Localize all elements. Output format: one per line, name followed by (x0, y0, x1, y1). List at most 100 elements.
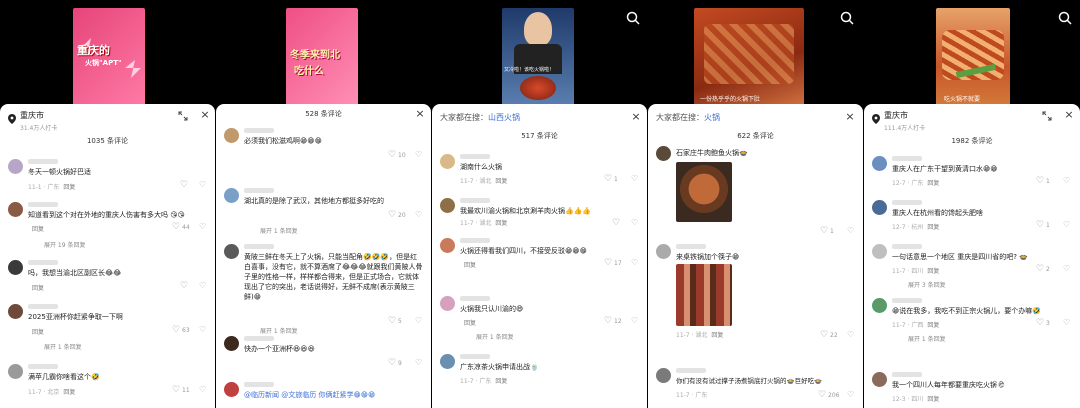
dislike-icon[interactable]: ♡ (199, 222, 206, 231)
like-button[interactable]: ♡ 1 (604, 174, 618, 184)
location-tag[interactable]: 重庆市 31.4万人打卡 (8, 110, 57, 132)
dislike-icon[interactable]: ♡ (1063, 220, 1070, 229)
username[interactable] (28, 364, 58, 369)
avatar[interactable] (224, 128, 239, 143)
like-button[interactable]: ♡ 206 (818, 390, 839, 400)
dislike-icon[interactable]: ♡ (847, 390, 854, 399)
avatar[interactable] (872, 156, 887, 171)
username[interactable] (892, 200, 922, 205)
avatar[interactable] (872, 244, 887, 259)
like-button[interactable]: ♡ (612, 218, 620, 228)
video-thumbnail[interactable]: 重庆的 火锅"APT" (73, 8, 145, 106)
avatar[interactable] (440, 198, 455, 213)
avatar[interactable] (224, 188, 239, 203)
video-area[interactable]: 冬季来到北 吃什么 (216, 0, 431, 108)
dislike-icon[interactable]: ♡ (199, 385, 206, 394)
like-button[interactable]: ♡ 20 (388, 210, 406, 220)
dislike-icon[interactable]: ♡ (199, 281, 206, 290)
username[interactable] (28, 304, 58, 309)
dislike-icon[interactable]: ♡ (1063, 176, 1070, 185)
expand-replies-link[interactable]: 展开 1 条回复 (260, 326, 298, 335)
like-button[interactable]: ♡ (180, 281, 188, 291)
username[interactable] (28, 202, 58, 207)
username[interactable] (460, 296, 490, 301)
username[interactable] (244, 244, 274, 249)
search-icon[interactable] (1058, 11, 1072, 25)
username[interactable] (28, 260, 58, 265)
video-area[interactable]: 一份热乎乎的火锅下肚 (648, 0, 863, 108)
dislike-icon[interactable]: ♡ (631, 174, 638, 183)
username[interactable] (28, 159, 58, 164)
dislike-icon[interactable]: ♡ (199, 180, 206, 189)
like-button[interactable]: ♡ (180, 180, 188, 190)
avatar[interactable] (224, 336, 239, 351)
search-icon[interactable] (626, 11, 640, 25)
like-button[interactable]: ♡ 1 (1036, 176, 1050, 186)
dislike-icon[interactable]: ♡ (1063, 318, 1070, 327)
like-button[interactable]: ♡ 1 (820, 226, 834, 236)
avatar[interactable] (8, 304, 23, 319)
username[interactable] (460, 354, 490, 359)
avatar[interactable] (440, 154, 455, 169)
close-icon[interactable]: × (200, 109, 210, 120)
like-button[interactable]: ♡ 44 (172, 222, 190, 232)
dislike-icon[interactable]: ♡ (847, 226, 854, 235)
dislike-icon[interactable]: ♡ (415, 150, 422, 159)
like-button[interactable]: ♡ 11 (172, 385, 190, 395)
dislike-icon[interactable]: ♡ (847, 330, 854, 339)
expand-replies-link[interactable]: 展开 1 条回复 (476, 332, 514, 341)
avatar[interactable] (8, 159, 23, 174)
username[interactable] (460, 198, 490, 203)
search-suggestion[interactable]: 大家都在搜：火锅 (656, 112, 720, 123)
search-suggestion[interactable]: 大家都在搜：山西火锅 (440, 112, 520, 123)
dislike-icon[interactable]: ♡ (631, 258, 638, 267)
video-thumbnail[interactable]: 冬季来到北 吃什么 (286, 8, 358, 106)
avatar[interactable] (440, 296, 455, 311)
avatar[interactable] (872, 298, 887, 313)
like-button[interactable]: ♡ 5 (388, 316, 402, 326)
avatar[interactable] (656, 244, 671, 259)
dislike-icon[interactable]: ♡ (1063, 264, 1070, 273)
avatar[interactable] (8, 202, 23, 217)
video-thumbnail[interactable]: 吃火锅不就要 (936, 8, 1010, 106)
expand-icon[interactable] (178, 111, 188, 121)
username[interactable] (460, 154, 490, 159)
username[interactable] (892, 298, 922, 303)
dislike-icon[interactable]: ♡ (415, 358, 422, 367)
expand-replies-link[interactable]: 展开 1 条回复 (908, 334, 946, 343)
location-tag[interactable]: 重庆市 111.4万人打卡 (872, 110, 925, 132)
avatar[interactable] (8, 364, 23, 379)
username[interactable] (892, 156, 922, 161)
username[interactable] (244, 188, 274, 193)
like-button[interactable]: ♡ 12 (604, 316, 622, 326)
video-thumbnail[interactable]: 又冷啦！该吃火锅啦！ (502, 8, 574, 106)
close-icon[interactable]: × (845, 111, 855, 122)
dislike-icon[interactable]: ♡ (631, 316, 638, 325)
username[interactable] (892, 244, 922, 249)
like-button[interactable]: ♡ 9 (388, 358, 402, 368)
avatar[interactable] (872, 372, 887, 387)
video-area[interactable]: 吃火锅不就要 (864, 0, 1080, 108)
expand-replies-link[interactable]: 展开 1 条回复 (44, 342, 82, 351)
like-button[interactable]: ♡ 3 (1036, 318, 1050, 328)
like-button[interactable]: ♡ 1 (1036, 220, 1050, 230)
close-icon[interactable]: × (415, 108, 425, 119)
avatar[interactable] (656, 146, 671, 161)
username[interactable] (460, 238, 490, 243)
expand-replies-link[interactable]: 展开 19 条回复 (44, 240, 85, 249)
like-button[interactable]: ♡ 17 (604, 258, 622, 268)
username[interactable] (892, 372, 922, 377)
username[interactable] (244, 382, 274, 387)
username[interactable] (244, 336, 274, 341)
avatar[interactable] (440, 354, 455, 369)
avatar[interactable] (224, 382, 239, 397)
username[interactable] (244, 128, 274, 133)
avatar[interactable] (872, 200, 887, 215)
video-area[interactable]: 又冷啦！该吃火锅啦！ (432, 0, 647, 108)
avatar[interactable] (440, 238, 455, 253)
hotpot-photo[interactable] (676, 264, 732, 326)
like-button[interactable]: ♡ 2 (1036, 264, 1050, 274)
like-button[interactable]: ♡ 63 (172, 325, 190, 335)
expand-replies-link[interactable]: 展开 3 条回复 (908, 280, 946, 289)
video-thumbnail[interactable]: 一份热乎乎的火锅下肚 (694, 8, 804, 106)
